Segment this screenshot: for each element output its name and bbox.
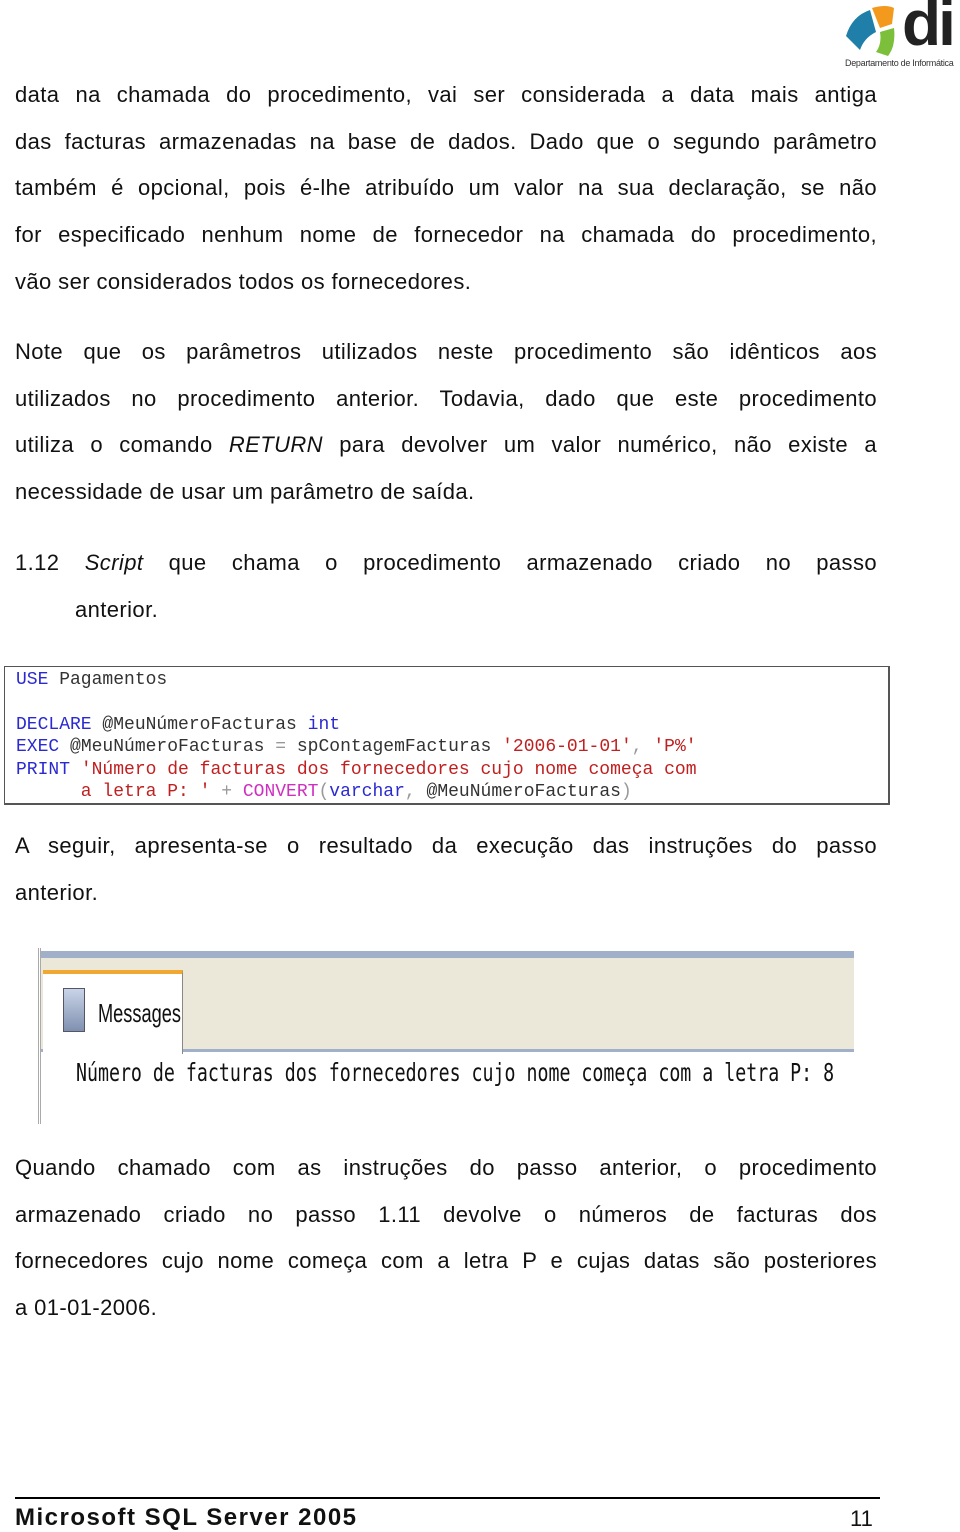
string: a letra P: ' xyxy=(16,781,211,802)
keyword: varchar xyxy=(329,781,405,802)
page-number: 11 xyxy=(850,1506,873,1531)
paragraph-4: Quando chamado com as instruções do pass… xyxy=(15,1145,877,1332)
footer-rule xyxy=(15,1497,880,1499)
operator: = xyxy=(275,737,287,758)
operator: , xyxy=(404,781,427,802)
keyword: int xyxy=(307,714,341,735)
text-line: a 01-01-2006. xyxy=(15,1295,158,1321)
operator: , xyxy=(631,737,654,758)
keyword: EXEC xyxy=(16,737,60,758)
text-line: Note que os parâmetros utilizados neste … xyxy=(15,339,877,364)
code-text: @MeuNúmeroFacturas xyxy=(91,714,308,735)
text: para devolver um valor numérico, não exi… xyxy=(322,432,877,458)
string: 'P%' xyxy=(653,737,697,758)
code-text: Pagamentos xyxy=(48,670,168,690)
text-line: armazenado criado no passo 1.11 devolve … xyxy=(15,1201,877,1227)
paragraph-1: data na chamada do procedimento, vai ser… xyxy=(15,72,877,305)
code-line: EXEC @MeuNúmeroFacturas = spContagemFact… xyxy=(16,736,888,758)
heading-emphasis: Script xyxy=(84,550,144,575)
text-line: A seguir, apresenta-se o resultado da ex… xyxy=(15,833,877,858)
text-line: utiliza o comando RETURN para devolver u… xyxy=(15,422,877,469)
panel-divider xyxy=(41,951,854,958)
operator: ( xyxy=(318,781,330,802)
text-line: Quando chamado com as instruções do pass… xyxy=(15,1155,877,1180)
keyword: USE xyxy=(16,670,49,690)
logo-text: di xyxy=(902,0,956,59)
logo-subtitle: Departamento de Informática xyxy=(845,58,954,68)
code-text: spContagemFacturas xyxy=(286,737,503,758)
paragraph-3: A seguir, apresenta-se o resultado da ex… xyxy=(15,823,877,916)
heading-line: 1.12 Script que chama o procedimento arm… xyxy=(15,540,877,587)
keyword: PRINT xyxy=(16,759,71,780)
text-line: vão ser considerados todos os fornecedor… xyxy=(15,268,472,294)
operator: + xyxy=(210,781,243,802)
code-line: PRINT 'Número de facturas dos fornecedor… xyxy=(16,759,888,781)
text-line: anterior. xyxy=(15,879,99,905)
code-line: USE Pagamentos xyxy=(16,669,888,691)
tab-messages: Messages xyxy=(43,970,183,1054)
string: '2006-01-01' xyxy=(502,737,632,758)
section-heading: 1.12 Script que chama o procedimento arm… xyxy=(15,540,877,633)
keyword: DECLARE xyxy=(16,714,92,735)
code-line: DECLARE @MeuNúmeroFacturas int xyxy=(16,714,888,736)
text-line: das facturas armazenadas na base de dado… xyxy=(15,128,877,154)
heading-text: que chama o procedimento armazenado cria… xyxy=(143,550,877,575)
code-line: a letra P: ' + CONVERT(varchar, @MeuNúme… xyxy=(16,781,888,803)
tab-label: Messages xyxy=(98,998,181,1028)
text-line: necessidade de usar um parâmetro de saíd… xyxy=(15,479,475,505)
text-line: for especificado nenhum nome de forneced… xyxy=(15,222,877,248)
code-block: USE Pagamentos DECLARE @MeuNúmeroFactura… xyxy=(4,666,890,805)
heading-line: anterior. xyxy=(75,596,159,622)
footer-title: Microsoft SQL Server 2005 xyxy=(15,1504,358,1531)
code-text: @MeuNúmeroFacturas xyxy=(426,781,621,802)
text-line: também é opcional, pois é-lhe atribuído … xyxy=(15,175,877,201)
text: utiliza o comando xyxy=(15,432,229,458)
code-text: @MeuNúmeroFacturas xyxy=(59,737,276,758)
text-line: fornecedores cujo nome começa com a letr… xyxy=(15,1248,877,1274)
emphasis: RETURN xyxy=(228,432,323,458)
text-line: data na chamada do procedimento, vai ser… xyxy=(15,82,877,107)
message-output: Número de facturas dos fornecedores cujo… xyxy=(76,1058,835,1087)
paragraph-2: Note que os parâmetros utilizados neste … xyxy=(15,329,877,516)
function: CONVERT xyxy=(242,781,319,802)
text-line: utilizados no procedimento anterior. Tod… xyxy=(15,385,877,411)
operator: ) xyxy=(620,781,632,802)
string: 'Número de facturas dos fornecedores cuj… xyxy=(70,759,697,780)
messages-screenshot: Messages Número de facturas dos forneced… xyxy=(38,948,854,1124)
heading-number: 1.12 xyxy=(15,550,60,575)
messages-icon xyxy=(63,988,85,1032)
